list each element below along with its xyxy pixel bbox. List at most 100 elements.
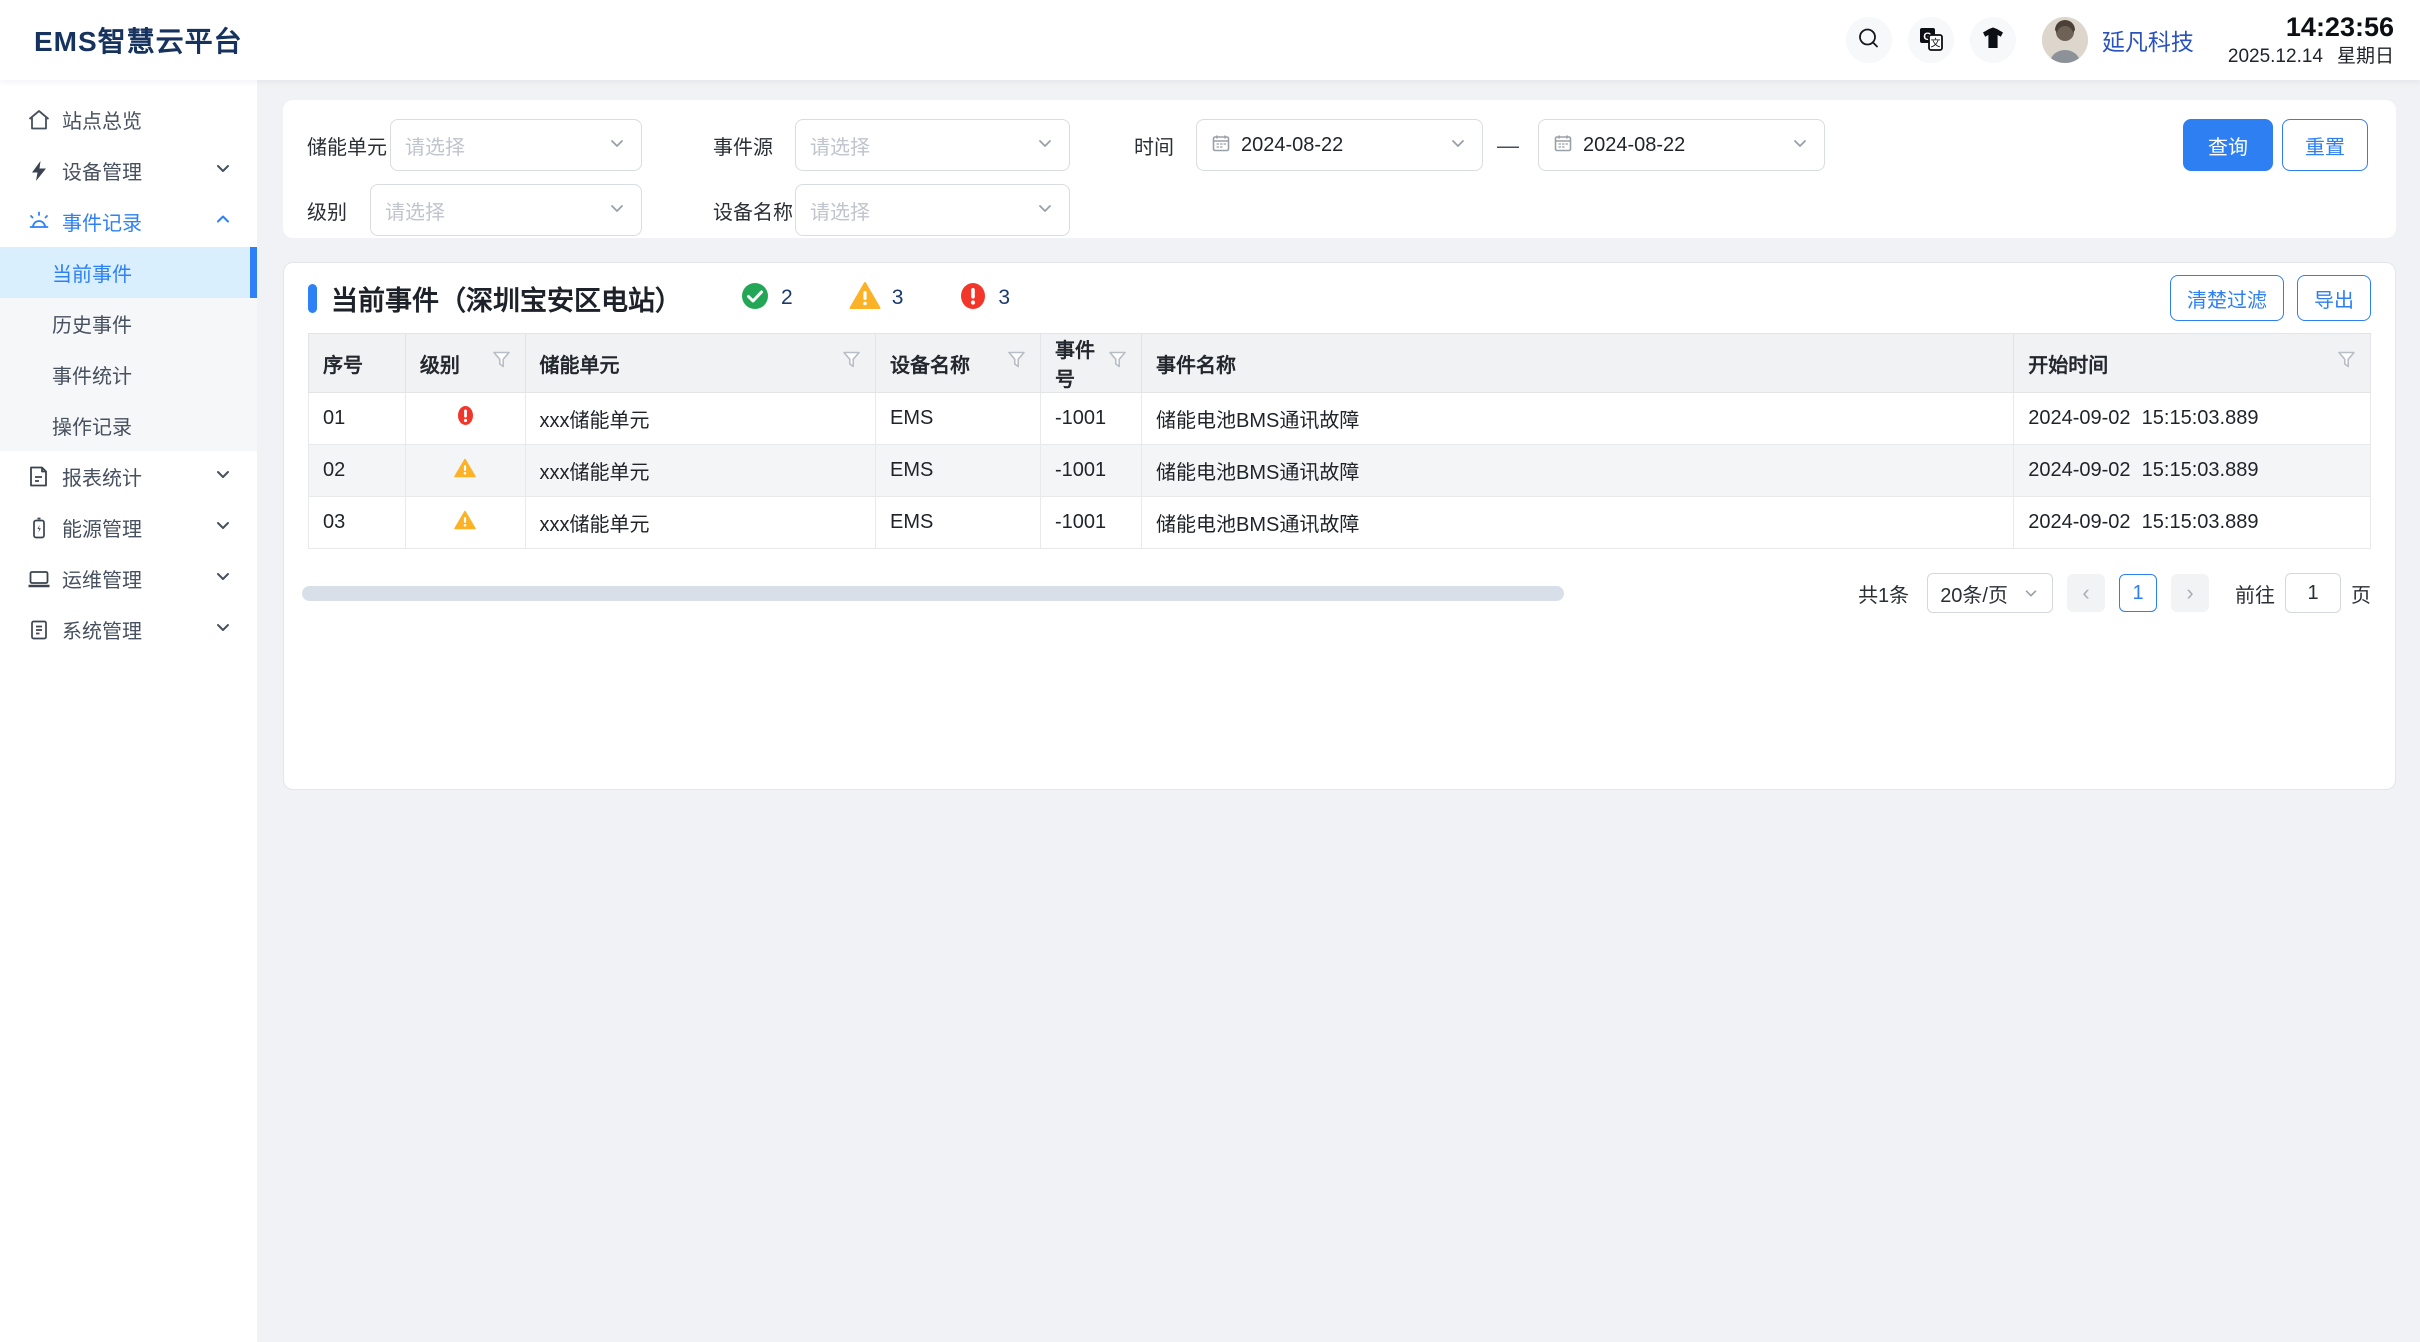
success-badge: 2 [740,281,793,316]
date-start-input[interactable]: 2024-08-22 [1196,119,1483,171]
table-row[interactable]: 01 xxx储能单元 EMS -1001 储能电池BMS通讯故障 2024-09… [309,393,2371,445]
cell-event-name: 储能电池BMS通讯故障 [1142,393,2014,445]
pagination: 共1条 20条/页 ‹ 1 › 前往 页 [1858,573,2371,613]
chevron-down-icon [213,515,233,541]
panel-header: 当前事件（深圳宝安区电站） 2 3 3 清楚过滤 导出 [284,263,2395,333]
goto-page-input[interactable] [2285,573,2341,613]
level-select[interactable]: 请选择 [370,184,642,236]
device-filter-label: 设备名称 [713,196,793,225]
sidebar-item-event-records[interactable]: 事件记录 [0,196,257,247]
sidebar-subitem-operation-records[interactable]: 操作记录 [0,400,257,451]
pagination-total: 共1条 [1858,579,1909,608]
sidebar-item-device-management[interactable]: 设备管理 [0,145,257,196]
theme-button[interactable] [1970,17,2016,63]
clock-weekday: 星期日 [2337,46,2394,67]
page-unit-label: 页 [2351,579,2371,608]
clear-filter-button[interactable]: 清楚过滤 [2170,275,2284,321]
clock-time: 14:23:56 [2228,11,2394,43]
next-page-button[interactable]: › [2171,574,2209,612]
header-right: G文 延凡科技 14:23:56 2025.12.14星期日 [1830,11,2394,68]
report-icon [25,463,52,490]
filter-funnel-icon[interactable] [1108,351,1127,375]
success-count: 2 [781,286,793,310]
warning-count: 3 [892,286,904,310]
column-header-start-time: 开始时间 [2014,334,2371,393]
error-count: 3 [998,286,1010,310]
prev-page-button[interactable]: ‹ [2067,574,2105,612]
sidebar-subitem-label: 事件统计 [52,360,132,389]
cell-serial: 03 [309,497,406,549]
translate-button[interactable]: G文 [1908,17,1954,63]
sidebar-item-operation-maintenance[interactable]: 运维管理 [0,553,257,604]
cell-serial: 02 [309,445,406,497]
sidebar-item-report-statistics[interactable]: 报表统计 [0,451,257,502]
warning-icon [849,281,881,316]
sidebar-subitem-history-events[interactable]: 历史事件 [0,298,257,349]
main-content: 储能单元 请选择 事件源 请选择 时间 2024-08-22 — 2024-08… [257,80,2420,1342]
cell-unit: xxx储能单元 [525,445,876,497]
calendar-icon [1211,133,1231,158]
device-select[interactable]: 请选择 [795,184,1070,236]
level-filter-label: 级别 [307,196,347,225]
filter-funnel-icon[interactable] [2337,351,2356,375]
search-button[interactable] [1846,17,1892,63]
cell-start-time: 2024-09-02 15:15:03.889 [2014,393,2371,445]
success-icon [740,281,770,316]
time-filter-label: 时间 [1134,131,1174,160]
monitor-icon [25,565,52,592]
date-end-input[interactable]: 2024-08-22 [1538,119,1825,171]
cell-event-no: -1001 [1040,497,1141,549]
sidebar-item-site-overview[interactable]: 站点总览 [0,94,257,145]
filter-funnel-icon[interactable] [1007,351,1026,375]
app-title: EMS智慧云平台 [34,20,243,60]
table-row[interactable]: 03 xxx储能单元 EMS -1001 储能电池BMS通讯故障 2024-09… [309,497,2371,549]
sidebar-item-energy-management[interactable]: 能源管理 [0,502,257,553]
unit-select[interactable]: 请选择 [390,119,642,171]
table-row[interactable]: 02 xxx储能单元 EMS -1001 储能电池BMS通讯故障 2024-09… [309,445,2371,497]
company-name[interactable]: 延凡科技 [2102,23,2194,57]
top-header: EMS智慧云平台 G文 延凡科技 14:23:56 2025.12.14星期日 [0,0,2420,80]
date-end-value: 2024-08-22 [1583,134,1685,157]
sidebar-subitem-label: 操作记录 [52,411,132,440]
home-icon [25,106,52,133]
date-start-value: 2024-08-22 [1241,134,1343,157]
sidebar-subitem-current-events[interactable]: 当前事件 [0,247,257,298]
chevron-down-icon [1448,133,1468,158]
sidebar-subitem-label: 当前事件 [52,258,132,287]
sidebar: 站点总览 设备管理 事件记录 当前事件 历史事件 事件统计 操作记录 [0,80,257,1342]
cell-device: EMS [876,393,1041,445]
chevron-down-icon [607,198,627,223]
column-header-unit: 储能单元 [525,334,876,393]
chevron-down-icon [607,133,627,158]
chevron-down-icon [213,566,233,592]
export-button[interactable]: 导出 [2297,275,2371,321]
sidebar-item-system-management[interactable]: 系统管理 [0,604,257,655]
source-select[interactable]: 请选择 [795,119,1070,171]
date-range-separator: — [1497,133,1519,159]
reset-button[interactable]: 重置 [2282,119,2368,171]
filter-funnel-icon[interactable] [492,351,511,375]
sidebar-item-label: 报表统计 [62,462,142,491]
filter-funnel-icon[interactable] [842,351,861,375]
level-select-placeholder: 请选择 [385,196,445,225]
level-warning-icon [454,461,476,483]
cell-event-name: 储能电池BMS通讯故障 [1142,445,2014,497]
goto-label: 前往 [2235,579,2275,608]
panel-actions: 清楚过滤 导出 [2157,275,2371,321]
column-header-event-no: 事件号 [1040,334,1141,393]
search-button[interactable]: 查询 [2183,119,2273,171]
warning-badge: 3 [849,281,904,316]
column-header-event-name: 事件名称 [1142,334,2014,393]
horizontal-scrollbar[interactable] [302,586,1564,601]
active-indicator-bar [250,247,257,298]
column-header-device: 设备名称 [876,334,1041,393]
translate-icon: G文 [1917,25,1945,56]
page-size-select[interactable]: 20条/页 [1927,573,2053,613]
sidebar-item-label: 运维管理 [62,564,142,593]
sidebar-subitem-event-statistics[interactable]: 事件统计 [0,349,257,400]
user-avatar[interactable] [2042,17,2088,63]
cell-event-no: -1001 [1040,445,1141,497]
cell-level [405,393,525,445]
cell-event-name: 储能电池BMS通讯故障 [1142,497,2014,549]
current-page[interactable]: 1 [2119,574,2157,612]
